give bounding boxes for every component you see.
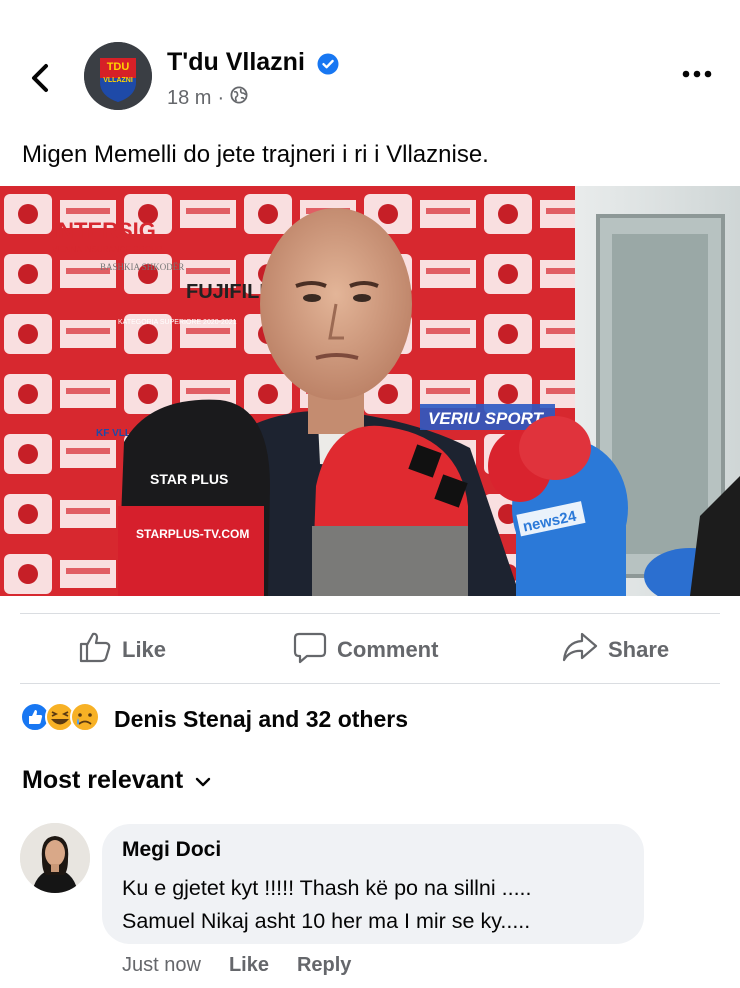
comment-like-button[interactable]: Like [229, 954, 269, 977]
comment-meta: Just now Like Reply [122, 954, 351, 977]
comment-avatar[interactable] [20, 823, 90, 893]
comment-bubble: Megi Doci Ku e gjetet kyt !!!!! Thash kë… [102, 824, 644, 944]
share-label: Share [608, 637, 670, 662]
post-header: TDU VLLAZNI T'du Vllazni 18 m · [0, 40, 740, 120]
meta-separator: · [217, 86, 225, 109]
post-photo[interactable]: INTERSIG VIENNA INSURANCE GROUP FUJIFILM… [0, 186, 740, 596]
like-button[interactable]: Like [78, 630, 166, 670]
post-meta: 18 m · [167, 86, 248, 110]
chevron-down-icon [195, 766, 211, 795]
reactions-text: Denis Stenaj and 32 others [114, 705, 408, 732]
like-label: Like [122, 637, 167, 662]
sponsor-bashkia: BASHKIA SHKODËR [100, 262, 184, 272]
comment-line-2: Samuel Nikaj asht 10 her ma I mir se ky.… [122, 909, 531, 933]
more-options-icon[interactable] [680, 64, 714, 84]
starplus-url: STARPLUS-TV.COM [136, 527, 249, 541]
comment-reply-button[interactable]: Reply [297, 954, 351, 977]
page-name[interactable]: T'du Vllazni [167, 48, 305, 77]
avatar-line1: TDU [107, 61, 130, 73]
sponsor-vig: VIENNA INSURANCE GROUP [52, 245, 162, 254]
page-avatar[interactable]: TDU VLLAZNI [84, 42, 152, 110]
comment-icon [293, 630, 327, 670]
comment-time: Just now [122, 954, 201, 976]
sad-reaction-icon [70, 701, 100, 732]
back-icon[interactable] [26, 60, 56, 96]
comment-text: Ku e gjetet kyt !!!!! Thash kë po na sil… [122, 872, 637, 938]
comment-button[interactable]: Comment [293, 630, 438, 670]
comment-label: Comment [337, 637, 439, 662]
avatar-line2: VLLAZNI [103, 77, 133, 84]
share-button[interactable]: Share [562, 630, 669, 670]
post-time[interactable]: 18 m [167, 87, 211, 110]
reactions-summary[interactable]: Denis Stenaj and 32 others [20, 700, 408, 739]
comment-author[interactable]: Megi Doci [122, 838, 221, 862]
reaction-icons [20, 700, 106, 739]
divider-bottom [20, 683, 720, 684]
post-text: Migen Memelli do jete trajneri i ri i Vl… [22, 141, 489, 168]
thumbs-up-icon [78, 630, 112, 670]
comment-line-1: Ku e gjetet kyt !!!!! Thash kë po na sil… [122, 876, 532, 900]
veriu-sport-watermark: VERIU SPORT [428, 409, 545, 428]
sort-label: Most relevant [22, 766, 184, 794]
verified-badge-icon [317, 53, 339, 75]
divider-top [20, 613, 720, 614]
star-plus-label: STAR PLUS [150, 471, 228, 487]
comment-sort-dropdown[interactable]: Most relevant [22, 766, 211, 795]
globe-icon [230, 86, 248, 110]
sponsor-kategoria: KATEGORIA SUPERIORE 2020-2021 [118, 319, 237, 326]
share-icon [562, 630, 598, 670]
haha-reaction-icon [45, 701, 75, 732]
sponsor-intersig: INTERSIG [52, 218, 156, 243]
